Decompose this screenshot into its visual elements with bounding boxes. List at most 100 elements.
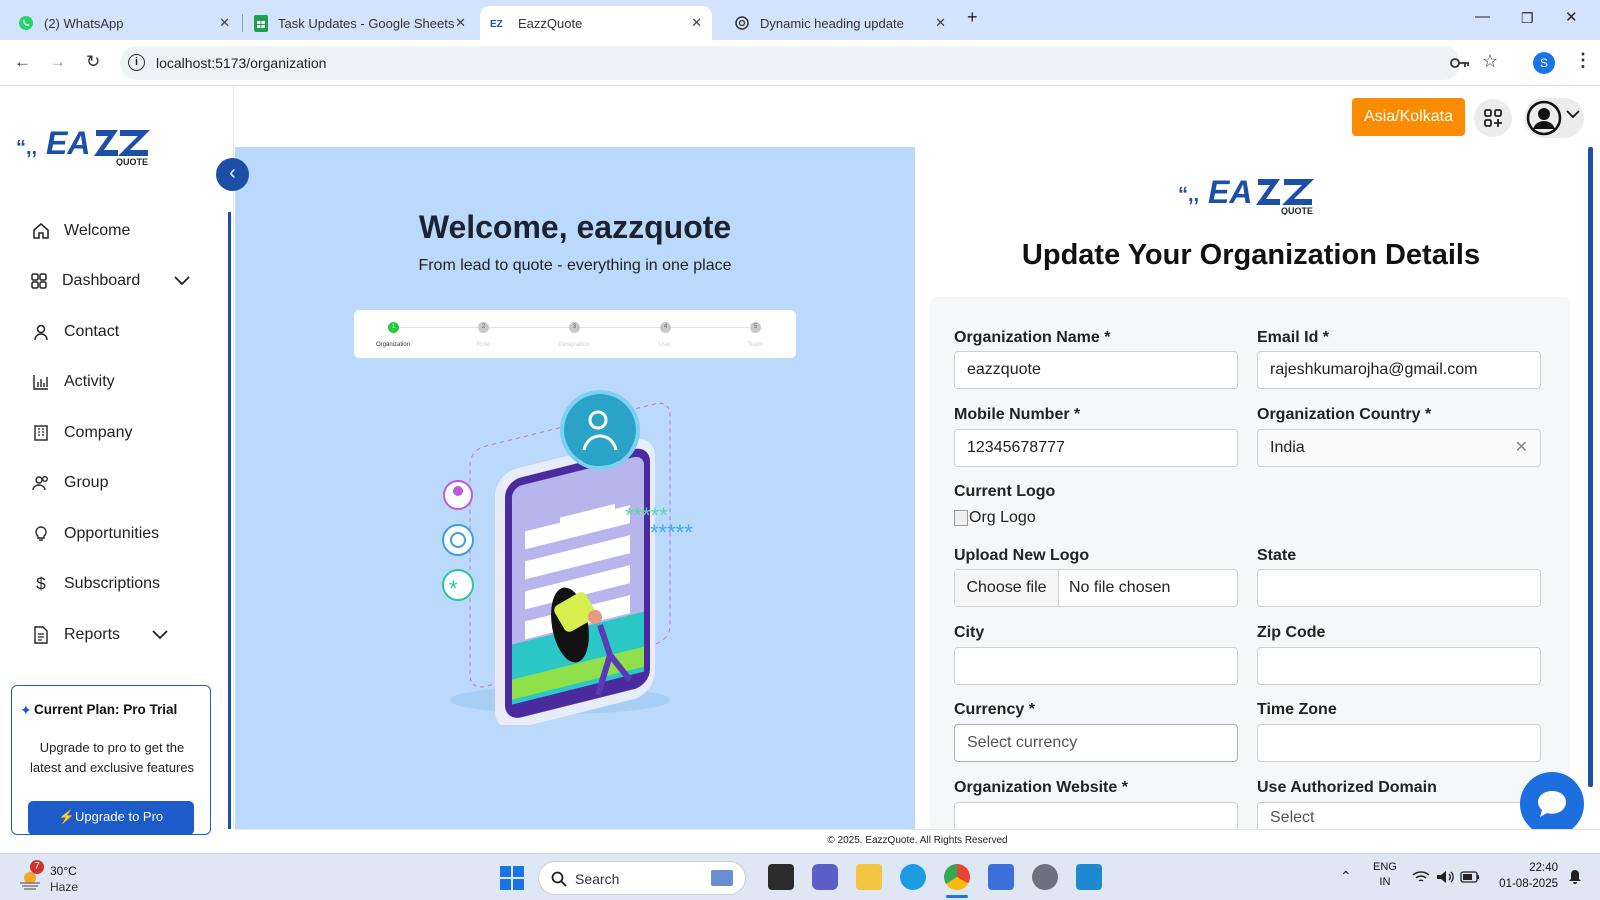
window-close-icon[interactable]: ✕ <box>1565 8 1578 26</box>
choose-file-button[interactable]: Choose file <box>955 570 1059 606</box>
menu-kebab-icon[interactable]: ⋮ <box>1574 50 1592 71</box>
sidebar-item-activity[interactable]: Activity <box>30 371 115 393</box>
reload-icon[interactable]: ↻ <box>86 52 100 72</box>
edge-icon[interactable] <box>900 864 926 890</box>
file-explorer-icon[interactable] <box>856 864 882 890</box>
step-label: Team <box>747 342 763 348</box>
sidebar-item-label: Activity <box>64 373 115 390</box>
minimize-icon[interactable]: — <box>1475 8 1490 25</box>
battery-icon[interactable] <box>1460 871 1480 883</box>
state-label: State <box>1257 547 1297 564</box>
svg-text:*: * <box>449 576 458 601</box>
clear-icon[interactable]: ✕ <box>1515 430 1528 466</box>
bookmark-star-icon[interactable]: ☆ <box>1482 51 1498 72</box>
chevron-down-icon[interactable] <box>174 276 190 286</box>
address-bar: ← → ↻ i localhost:5173/organization ☆ S … <box>0 40 1600 86</box>
timezone-input[interactable] <box>1257 724 1541 762</box>
form-title: Update Your Organization Details <box>1021 239 1481 271</box>
close-icon[interactable]: ✕ <box>691 15 702 31</box>
logo-file-input[interactable]: Choose file No file chosen <box>954 569 1238 607</box>
sidebar-collapse-button[interactable]: ‹ <box>216 158 249 191</box>
taskbar-search[interactable]: Search <box>538 861 746 895</box>
sidebar-item-dashboard[interactable]: Dashboard <box>28 270 198 292</box>
step-dot: 4 <box>660 322 671 333</box>
chat-button[interactable] <box>1520 772 1584 836</box>
clock[interactable]: 22:40 01-08-2025 <box>1494 860 1558 892</box>
currency-select[interactable]: Select currency <box>954 724 1238 762</box>
timezone-button[interactable]: Asia/Kolkata <box>1352 98 1465 136</box>
clock-time: 22:40 <box>1529 862 1558 874</box>
tab-title: (2) WhatsApp <box>44 15 124 31</box>
omnibox[interactable]: i localhost:5173/organization ☆ <box>120 46 1498 80</box>
svg-text:EA: EA <box>1208 174 1252 210</box>
sidebar-item-opportunities[interactable]: Opportunities <box>30 523 159 545</box>
upgrade-button[interactable]: ⚡Upgrade to Pro <box>28 801 194 835</box>
sidebar-item-contact[interactable]: Contact <box>30 321 119 343</box>
forward-arrow-icon[interactable]: → <box>49 52 66 72</box>
language-indicator[interactable]: ENG IN <box>1373 860 1397 890</box>
chevron-up-icon[interactable]: ⌃ <box>1340 868 1352 885</box>
profile-avatar[interactable]: S <box>1533 52 1555 74</box>
chrome-icon[interactable] <box>944 864 970 890</box>
apps-grid-button[interactable] <box>1474 99 1512 137</box>
state-input[interactable] <box>1257 569 1541 607</box>
settings-gear-icon[interactable] <box>1032 864 1058 890</box>
sidebar-item-subscriptions[interactable]: $ Subscriptions <box>30 573 160 595</box>
tab-whatsapp[interactable]: (2) WhatsApp ✕ <box>8 6 240 40</box>
chevron-down-icon[interactable] <box>152 630 168 640</box>
site-info-icon[interactable]: i <box>128 54 145 71</box>
search-highlight-icon <box>711 870 733 886</box>
sidebar-item-label: Dashboard <box>62 272 141 289</box>
back-arrow-icon[interactable]: ← <box>14 52 31 72</box>
country-label: Organization Country * <box>1257 406 1432 423</box>
sidebar-item-group[interactable]: Group <box>30 472 108 494</box>
url-text[interactable]: localhost:5173/organization <box>156 55 326 71</box>
upgrade-button-label: Upgrade to Pro <box>75 809 164 824</box>
org-name-input[interactable]: eazzquote <box>954 351 1238 389</box>
tab-eazzquote[interactable]: EZ EazzQuote ✕ <box>480 6 712 40</box>
country-select[interactable]: India ✕ <box>1257 429 1541 467</box>
sidebar-item-welcome[interactable]: Welcome <box>30 220 130 242</box>
teams-icon[interactable] <box>812 864 838 890</box>
restore-icon[interactable]: ❐ <box>1521 10 1534 27</box>
zip-input[interactable] <box>1257 647 1541 685</box>
password-key-icon[interactable] <box>1450 56 1470 70</box>
svg-text:“,,: “,, <box>1178 184 1199 206</box>
website-input[interactable] <box>954 802 1238 829</box>
tab-dynamic-heading[interactable]: Dynamic heading update ✕ <box>724 6 956 40</box>
apps-grid-icon <box>1484 109 1502 127</box>
page-scrollbar[interactable] <box>1588 147 1593 787</box>
task-view-icon[interactable] <box>768 864 794 890</box>
step-dot: 5 <box>750 322 761 333</box>
user-avatar-icon <box>1526 100 1562 136</box>
report-icon <box>30 624 52 646</box>
auth-domain-label: Use Authorized Domain <box>1257 779 1437 796</box>
mobile-label: Mobile Number * <box>954 406 1081 423</box>
close-icon[interactable]: ✕ <box>935 15 946 31</box>
tab-google-sheets[interactable]: Task Updates - Google Sheets ✕ <box>244 6 476 40</box>
mobile-input[interactable]: 12345678777 <box>954 429 1238 467</box>
email-input[interactable]: rajeshkumarojha@gmail.com <box>1257 351 1541 389</box>
form-card: Organization Name * Email Id * eazzquote… <box>930 297 1570 829</box>
city-input[interactable] <box>954 647 1238 685</box>
new-tab-plus-icon[interactable]: + <box>967 7 978 28</box>
sidebar-item-company[interactable]: Company <box>30 422 132 444</box>
wifi-icon[interactable] <box>1412 870 1430 884</box>
auth-domain-select[interactable]: Select <box>1257 802 1541 829</box>
sidebar-accent-line <box>228 212 231 829</box>
close-icon[interactable]: ✕ <box>455 15 466 31</box>
search-icon <box>551 871 567 887</box>
weather-widget[interactable]: 7 30°C Haze <box>18 860 98 896</box>
notification-bell-icon[interactable] <box>1568 869 1582 885</box>
current-logo-label: Current Logo <box>954 483 1056 500</box>
website-label: Organization Website * <box>954 779 1128 796</box>
sparkle-icon: ✦ <box>20 702 32 718</box>
volume-icon[interactable] <box>1436 870 1454 884</box>
vscode-icon[interactable] <box>1076 864 1102 890</box>
user-menu-button[interactable] <box>1524 98 1584 138</box>
windows-start-icon[interactable] <box>500 866 524 890</box>
region-code: IN <box>1379 876 1391 888</box>
close-icon[interactable]: ✕ <box>219 15 230 31</box>
store-icon[interactable] <box>988 864 1014 890</box>
sidebar-item-reports[interactable]: Reports <box>30 624 200 646</box>
